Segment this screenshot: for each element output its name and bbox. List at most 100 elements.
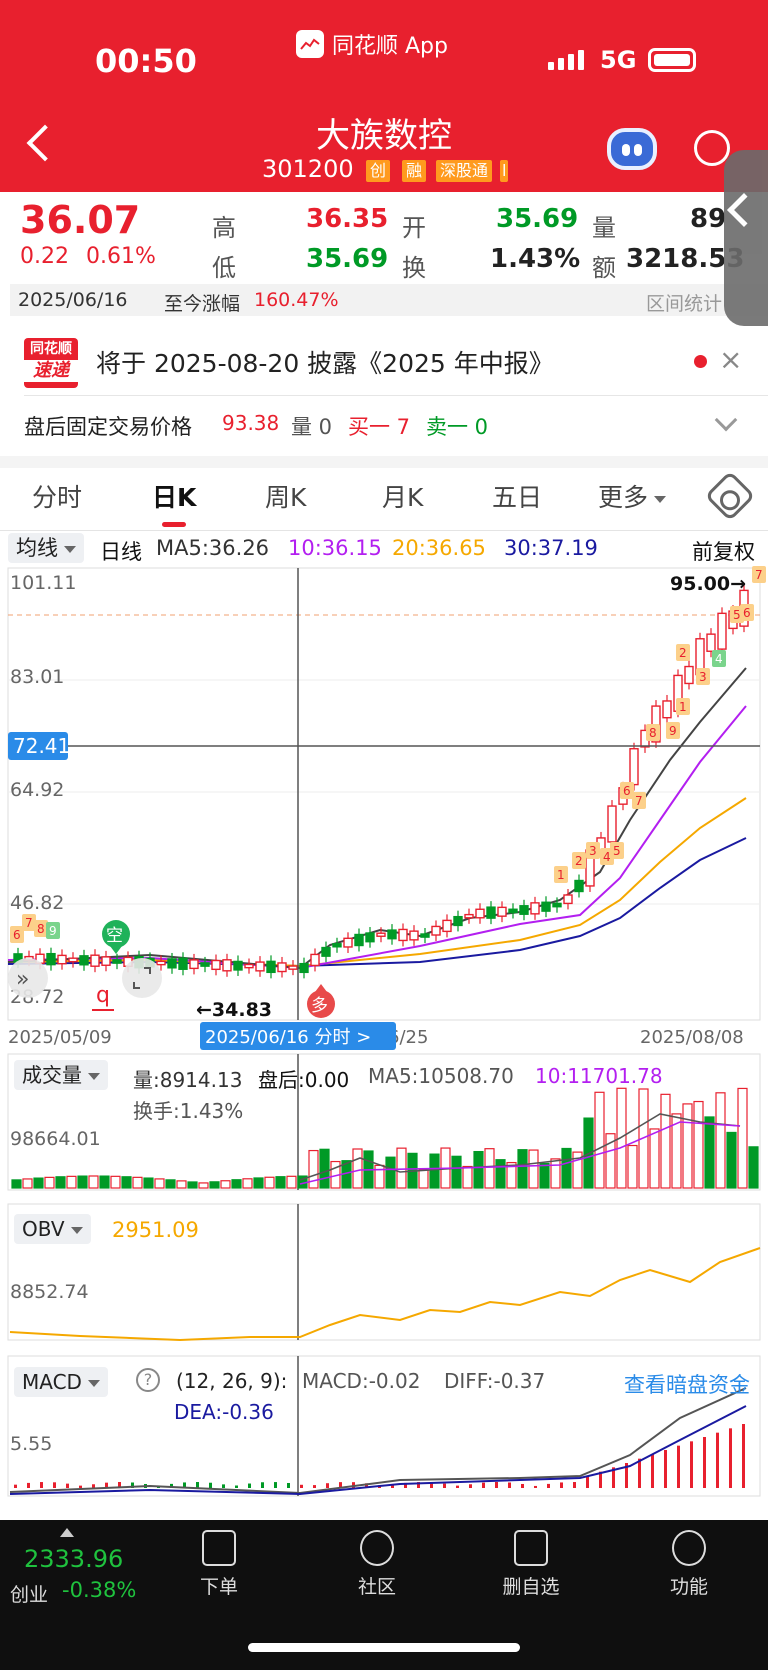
volume-bar [132, 1176, 143, 1189]
volume-bar [737, 1087, 748, 1189]
macd-bar [651, 1454, 654, 1488]
volume-bar [209, 1181, 220, 1189]
volume-selector-label: 成交量 [22, 1063, 82, 1087]
ma20-value: 20:36.65 [392, 536, 486, 560]
index-value[interactable]: 2333.96 [24, 1545, 123, 1573]
macd-bar [14, 1484, 17, 1488]
marker-number: 5 [613, 844, 621, 858]
candle-body [101, 956, 111, 966]
macd-selector-label: MACD [22, 1370, 82, 1394]
macd-bar [742, 1424, 745, 1488]
fullscreen-button[interactable] [122, 958, 162, 998]
tab-more[interactable]: 更多 [598, 478, 667, 514]
diff-value: DIFF:-0.37 [444, 1369, 546, 1393]
community-star-icon [360, 1530, 394, 1566]
date-range-bar[interactable]: 2025/06/16 至今涨幅 160.47% 区间统计 [10, 284, 768, 316]
volume-bar [495, 1159, 506, 1189]
tab-five-day[interactable]: 五日 [492, 478, 542, 514]
help-icon[interactable]: ? [136, 1368, 160, 1392]
marker-number: 1 [679, 700, 687, 714]
nav-functions[interactable]: 功能 [644, 1530, 734, 1599]
cursor-date[interactable]: 2025/06/16 分时 > [205, 1027, 371, 1048]
candle-body [299, 962, 309, 974]
volume-selector[interactable]: 成交量 [14, 1060, 108, 1090]
range-stats-link[interactable]: 区间统计 [646, 289, 722, 316]
macd-bar [482, 1482, 485, 1488]
volume-bar [484, 1148, 495, 1189]
caret-down-icon [87, 1380, 100, 1387]
volume-bar [550, 1158, 561, 1189]
kline-grid [8, 679, 760, 905]
volume-bar [253, 1177, 264, 1189]
after-hours-label: 盘后固定交易价格 [24, 415, 192, 439]
marker-number: 3 [699, 670, 707, 684]
tab-more-label: 更多 [598, 483, 649, 512]
tab-daily-k[interactable]: 日K [152, 478, 196, 514]
notice-text[interactable]: 将于 2025-08-20 披露《2025 年中报》 [96, 344, 554, 380]
candle-body [574, 879, 584, 893]
obv-selector[interactable]: OBV [14, 1214, 91, 1244]
volume-bar [693, 1100, 704, 1189]
volume-bar [165, 1179, 176, 1189]
after-hours-qty: 量 0 [291, 415, 333, 439]
nav-community[interactable]: 社区 [332, 1530, 422, 1599]
volume-bar [594, 1091, 605, 1189]
volume-bar [11, 1179, 22, 1189]
macd-y-label: 5.55 [10, 1433, 52, 1455]
macd-bar [534, 1485, 537, 1488]
dark-pool-link[interactable]: 查看暗盘资金 [624, 1369, 750, 1399]
expand-chevron-icon[interactable] [714, 408, 738, 432]
candle-body [178, 957, 188, 970]
search-icon[interactable] [694, 130, 730, 166]
dea-value: DEA:-0.36 [174, 1400, 274, 1424]
macd-selector[interactable]: MACD [14, 1367, 108, 1397]
status-time: 00:50 [95, 42, 197, 80]
tab-weekly-k[interactable]: 周K [265, 478, 306, 514]
since-label: 至今涨幅 [164, 293, 241, 315]
chart-area[interactable]: 101.11 83.01 64.92 46.82 28.72 67 8 9123 4 5… [0, 566, 768, 1506]
expand-left-button[interactable]: » [8, 958, 48, 998]
macd-bar [235, 1485, 238, 1488]
robot-assistant-icon[interactable] [607, 128, 657, 170]
low-label: 低 [212, 254, 236, 282]
candle-body [519, 905, 529, 915]
nav-remove-watchlist[interactable]: 删自选 [486, 1530, 576, 1599]
volume-bar [121, 1176, 132, 1189]
logo-bottom-text: 速递 [24, 360, 78, 382]
candle-body [629, 748, 639, 786]
vol-value: 89 [690, 204, 727, 234]
macd-bar [664, 1450, 667, 1488]
settings-icon[interactable] [704, 470, 756, 522]
adjust-mode[interactable]: 前复权 [692, 536, 755, 566]
menu-circle-icon [672, 1530, 706, 1566]
macd-bar [53, 1482, 56, 1488]
candle-body [464, 913, 474, 919]
chevron-left-icon [727, 193, 761, 227]
marker-number: 7 [25, 916, 33, 930]
price-change: 0.22 0.61% [20, 244, 156, 269]
indicator-selector[interactable]: 均线 [8, 533, 84, 563]
tab-monthly-k[interactable]: 月K [382, 478, 423, 514]
volume-bar [649, 1128, 660, 1189]
volume-bar [418, 1168, 429, 1189]
macd-bar [326, 1483, 329, 1488]
since-value: 160.47% [254, 289, 339, 311]
volume-bar [660, 1093, 671, 1189]
volume-bar [715, 1092, 726, 1189]
volume-bar [55, 1176, 66, 1189]
macd-bar [274, 1482, 277, 1488]
notice-close-button[interactable]: × [719, 343, 742, 376]
candle-body [662, 700, 672, 719]
minus-box-icon [514, 1530, 548, 1566]
macd-bar [261, 1482, 264, 1488]
side-drawer-tab[interactable] [724, 150, 768, 326]
obv-y-label: 8852.74 [10, 1281, 89, 1303]
nav-order[interactable]: 下单 [174, 1530, 264, 1599]
date-right: 2025/08/08 [640, 1027, 744, 1048]
marker-number: 2 [679, 646, 687, 660]
tab-timeshare[interactable]: 分时 [32, 478, 82, 514]
macd-bar [40, 1482, 43, 1488]
caret-down-icon [88, 1073, 100, 1080]
home-indicator [248, 1643, 520, 1652]
volume-bar [66, 1175, 77, 1189]
